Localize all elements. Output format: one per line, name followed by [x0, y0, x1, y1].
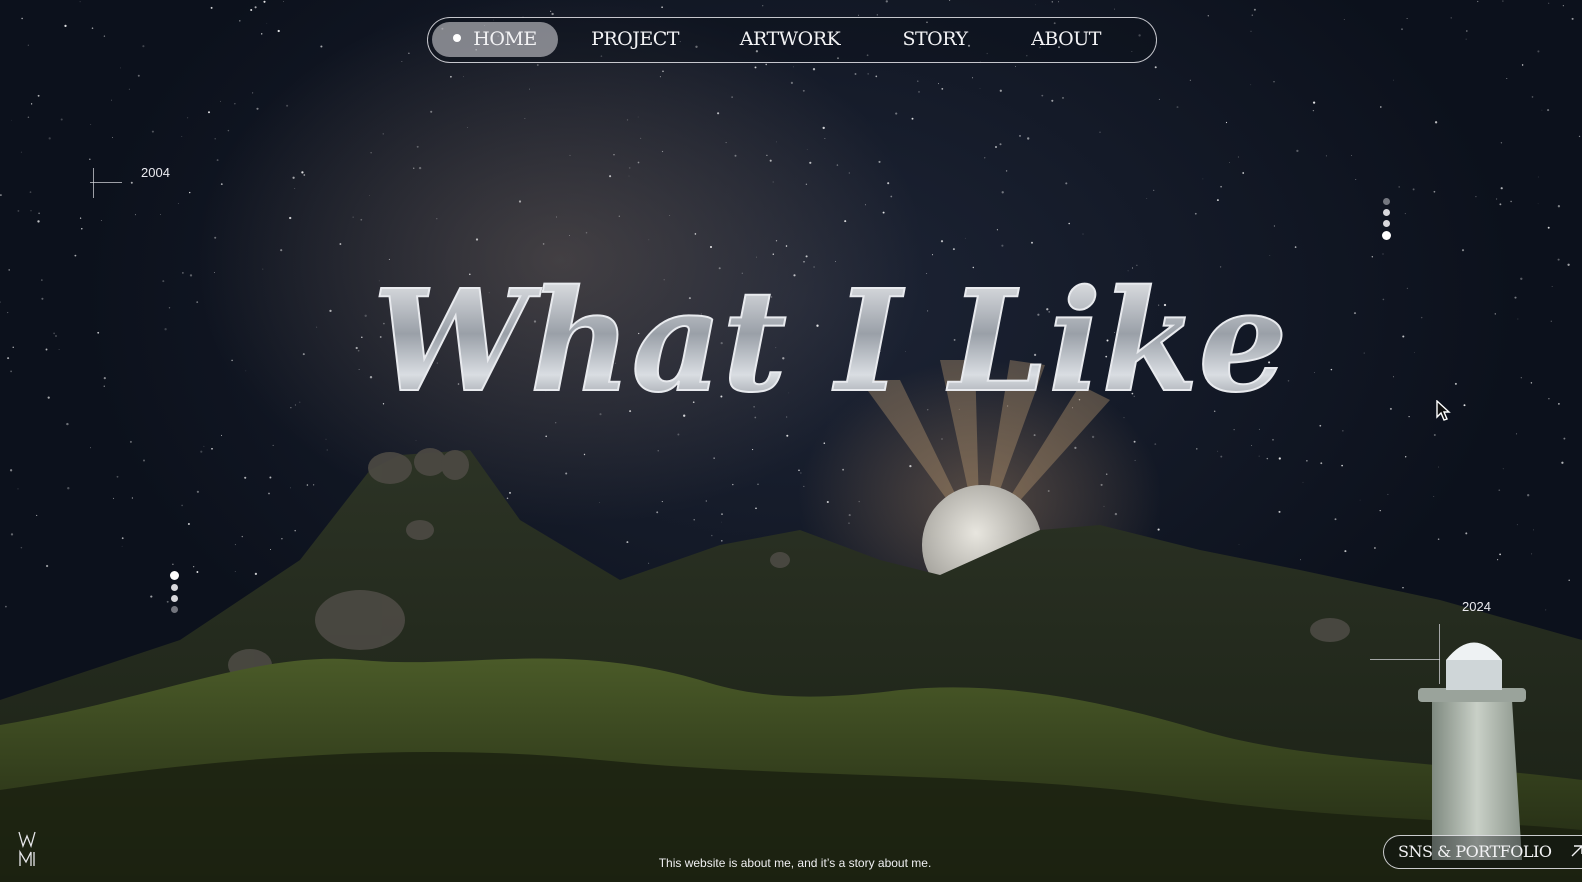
year-end: 2024	[1462, 599, 1491, 614]
crosshair-vertical	[93, 168, 94, 198]
mouse-cursor-icon	[1436, 400, 1451, 421]
crosshair-horizontal-end	[1370, 659, 1440, 660]
active-dot-icon	[453, 34, 462, 42]
nav-home[interactable]: HOME	[432, 22, 558, 57]
crosshair-vertical-end	[1439, 624, 1440, 684]
nav-project[interactable]: PROJECT	[580, 22, 690, 57]
hero-scene: HOME PROJECT ARTWORK STORY ABOUT 2004 20…	[0, 0, 1582, 882]
nav-home-label: HOME	[473, 28, 537, 50]
hero-title-text: What I Like	[372, 260, 1287, 424]
crosshair-horizontal	[90, 182, 122, 183]
year-start: 2004	[141, 165, 170, 180]
scroll-indicator-left[interactable]	[169, 571, 179, 617]
scroll-indicator-right[interactable]	[1381, 198, 1391, 244]
nav-artwork[interactable]: ARTWORK	[731, 22, 849, 57]
hero-title: What I Like	[371, 259, 1288, 425]
wm-monogram-icon[interactable]	[17, 830, 39, 868]
nav-about[interactable]: ABOUT	[1018, 22, 1114, 57]
main-nav: HOME PROJECT ARTWORK STORY ABOUT	[427, 17, 1157, 63]
arrow-up-right-icon	[1571, 845, 1582, 857]
sns-portfolio-label: SNS & PORTFOLIO	[1398, 842, 1552, 861]
nav-story[interactable]: STORY	[890, 22, 980, 57]
footer-tagline: This website is about me, and it’s a sto…	[658, 856, 932, 870]
sns-portfolio-button[interactable]: SNS & PORTFOLIO	[1383, 835, 1582, 869]
